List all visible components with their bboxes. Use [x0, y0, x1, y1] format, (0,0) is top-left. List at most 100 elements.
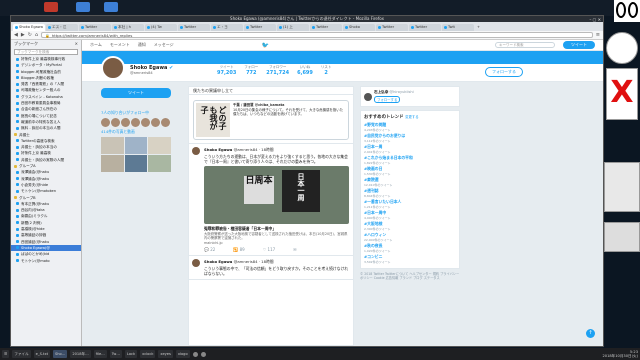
tweet[interactable]: Shoko Egawa @amneris84 · 18時間 こういう事態の中で、… — [189, 256, 353, 280]
new-tab-button[interactable]: + — [475, 24, 482, 31]
media-link[interactable]: 414件の写真と動画 — [101, 129, 171, 135]
folder-icon[interactable] — [44, 2, 58, 12]
home-button[interactable]: ⌂ — [35, 32, 38, 38]
taskbar-button[interactable]: xlogo — [175, 350, 190, 358]
nav-moments[interactable]: モーメント — [110, 42, 130, 48]
twitter-bird-icon[interactable]: 🐦 — [262, 42, 269, 49]
tab-12[interactable]: Twitter — [409, 24, 441, 31]
profile-stat[interactable]: いいね 6,699 — [297, 65, 313, 76]
sidebar-title[interactable]: ブックマーク — [14, 40, 38, 48]
trend-item[interactable]: #これから始まる日本の平和 1,822件のツイート — [364, 155, 456, 165]
bookmark-item[interactable]: モトケン(@moto — [11, 258, 81, 264]
forward-button[interactable]: ▶ — [21, 32, 25, 38]
taskbar-button[interactable]: Lock — [124, 350, 138, 358]
trend-item[interactable]: #映画の日 1,530件のツイート — [364, 166, 456, 176]
tab-10[interactable]: Shoko — [343, 24, 375, 31]
avatar[interactable] — [161, 118, 170, 127]
nav-home[interactable]: ホーム — [90, 42, 102, 48]
profile-stat[interactable]: フォロー 772 — [244, 65, 258, 76]
media-thumbnail[interactable] — [124, 155, 148, 172]
media-thumbnail[interactable] — [148, 137, 171, 154]
avatar[interactable] — [101, 118, 110, 127]
tab-1[interactable]: エス・江 — [46, 24, 78, 31]
media-thumbnail[interactable] — [148, 155, 171, 172]
tab-0[interactable]: Shoko Egawa — [13, 24, 45, 31]
tweet[interactable]: Shoko Egawa @amneris84 · 18時間 こういう方たちの運動… — [189, 144, 353, 256]
avatar[interactable] — [111, 118, 120, 127]
trends-change-link[interactable]: 変更する — [405, 115, 419, 119]
scroll-to-top-button[interactable]: ↑ — [586, 329, 595, 338]
profile-stat[interactable]: ツイート 97,203 — [217, 65, 236, 76]
avatar[interactable] — [192, 147, 200, 155]
taskbar-clock[interactable]: 5:23 2018年10月30日(火) — [603, 350, 638, 358]
media-thumbnail[interactable] — [101, 155, 124, 172]
tab-7[interactable]: Twitter — [244, 24, 276, 31]
profile-stat[interactable]: リスト 2 — [321, 65, 332, 76]
network-icon[interactable] — [200, 351, 206, 357]
tab-9[interactable]: Twitter — [310, 24, 342, 31]
reload-button[interactable]: ↻ — [28, 32, 32, 38]
taskbar-button[interactable]: xeyes — [158, 350, 173, 358]
like-button[interactable]: ♡ 117 — [263, 247, 276, 252]
follow-button[interactable]: フォローする — [485, 67, 523, 77]
avatar[interactable] — [101, 56, 125, 80]
avatar[interactable] — [131, 118, 140, 127]
avatar[interactable] — [192, 258, 200, 267]
compose-tweet-button[interactable]: ツイート — [563, 41, 595, 49]
taskbar-button[interactable]: Sho… — [53, 350, 68, 358]
window-controls[interactable]: – ▢ ✕ — [589, 17, 601, 23]
trend-item[interactable]: #自民党からのお便りは 3,112件のツイート — [364, 133, 456, 143]
taskbar-button[interactable]: ファイル — [12, 350, 31, 358]
taskbar-button[interactable]: Tw… — [109, 350, 122, 358]
taskbar-button[interactable]: xclock — [140, 350, 156, 358]
taskbar-button[interactable]: 2018年… — [70, 350, 91, 358]
tab-2[interactable]: Twitter — [79, 24, 111, 31]
dm-button[interactable]: ✉ — [293, 247, 296, 252]
back-button[interactable]: ◀ — [14, 32, 18, 38]
tab-5[interactable]: Twitter — [178, 24, 210, 31]
nav-messages[interactable]: メッセージ — [154, 42, 174, 48]
desktop-window-thumb[interactable] — [604, 222, 640, 252]
tweet[interactable]: どの子も我が子 千葉 / 鎌田慧 @chiba_kamata 10月20日の集会… — [189, 95, 353, 144]
follow-suggestion-button[interactable]: フォローする — [374, 96, 401, 103]
folder-icon[interactable] — [76, 2, 90, 12]
folder-icon[interactable] — [104, 2, 118, 12]
tab-3[interactable]: 本社 | h — [112, 24, 144, 31]
volume-icon[interactable] — [192, 351, 198, 357]
trend-item[interactable]: #衆院選 12,010件のツイート — [364, 177, 456, 187]
trend-item[interactable]: #コンビニ 3,502件のツイート — [364, 254, 456, 264]
avatar[interactable] — [121, 118, 130, 127]
reply-button[interactable]: 💬 22 — [204, 247, 215, 252]
twitter-search-input[interactable]: キーワード検索 — [495, 42, 555, 48]
bookmark-search-input[interactable]: ブックマークを検索 — [14, 49, 78, 55]
close-icon[interactable]: × — [75, 40, 78, 48]
tab-6[interactable]: エ・ヨ — [211, 24, 243, 31]
taskbar-button[interactable]: ☰ — [2, 350, 10, 358]
trend-item[interactable]: #ハロウィン 22,000件のツイート — [364, 232, 456, 242]
menu-button[interactable]: ≡ — [596, 32, 600, 38]
desktop-window-thumb[interactable] — [604, 162, 640, 212]
url-bar[interactable]: 🔒 https://twitter.com/amneris84/with_repl… — [41, 32, 593, 38]
profile-stat[interactable]: フォロワー 271,724 — [266, 65, 289, 76]
avatar[interactable] — [141, 118, 150, 127]
quoted-tweet[interactable]: どの子も我が子 千葉 / 鎌田慧 @chiba_kamata 10月20日の集会… — [193, 100, 349, 140]
trend-item[interactable]: #野党の問題 4,203件のツイート — [364, 122, 456, 132]
trend-item[interactable]: #週刊誌 8,844件のツイート — [364, 188, 456, 198]
avatar[interactable] — [151, 118, 160, 127]
tab-13[interactable]: Twit — [442, 24, 474, 31]
tweet-photo[interactable]: 日周本 日本一周 — [204, 166, 349, 224]
taskbar-button[interactable]: file… — [93, 350, 107, 358]
taskbar-button[interactable]: e_S.txt — [33, 350, 50, 358]
trend-item[interactable]: #日本一周 2,941件のツイート — [364, 144, 456, 154]
trend-item[interactable]: #日本一周中 4,900件のツイート — [364, 210, 456, 220]
trend-item[interactable]: #秋の夜長 1,020件のツイート — [364, 243, 456, 253]
followers-you-know-link[interactable]: 7人の知り合いがフォロー中 — [101, 110, 171, 116]
tab-8[interactable]: (1) 上 — [277, 24, 309, 31]
suggested-user[interactable]: 石上弘幸 @hiroyukiishi フォローする — [364, 90, 456, 103]
retweet-button[interactable]: 🔁 89 — [233, 247, 244, 252]
tweet-to-button[interactable]: ツイート — [101, 88, 171, 98]
media-thumbnail[interactable] — [124, 137, 148, 154]
twitter-footer[interactable]: © 2018 Twitter Twitterについて ヘルプセンター 規約 プラ… — [360, 272, 460, 281]
avatar[interactable] — [364, 92, 372, 101]
tab-11[interactable]: Twitter — [376, 24, 408, 31]
